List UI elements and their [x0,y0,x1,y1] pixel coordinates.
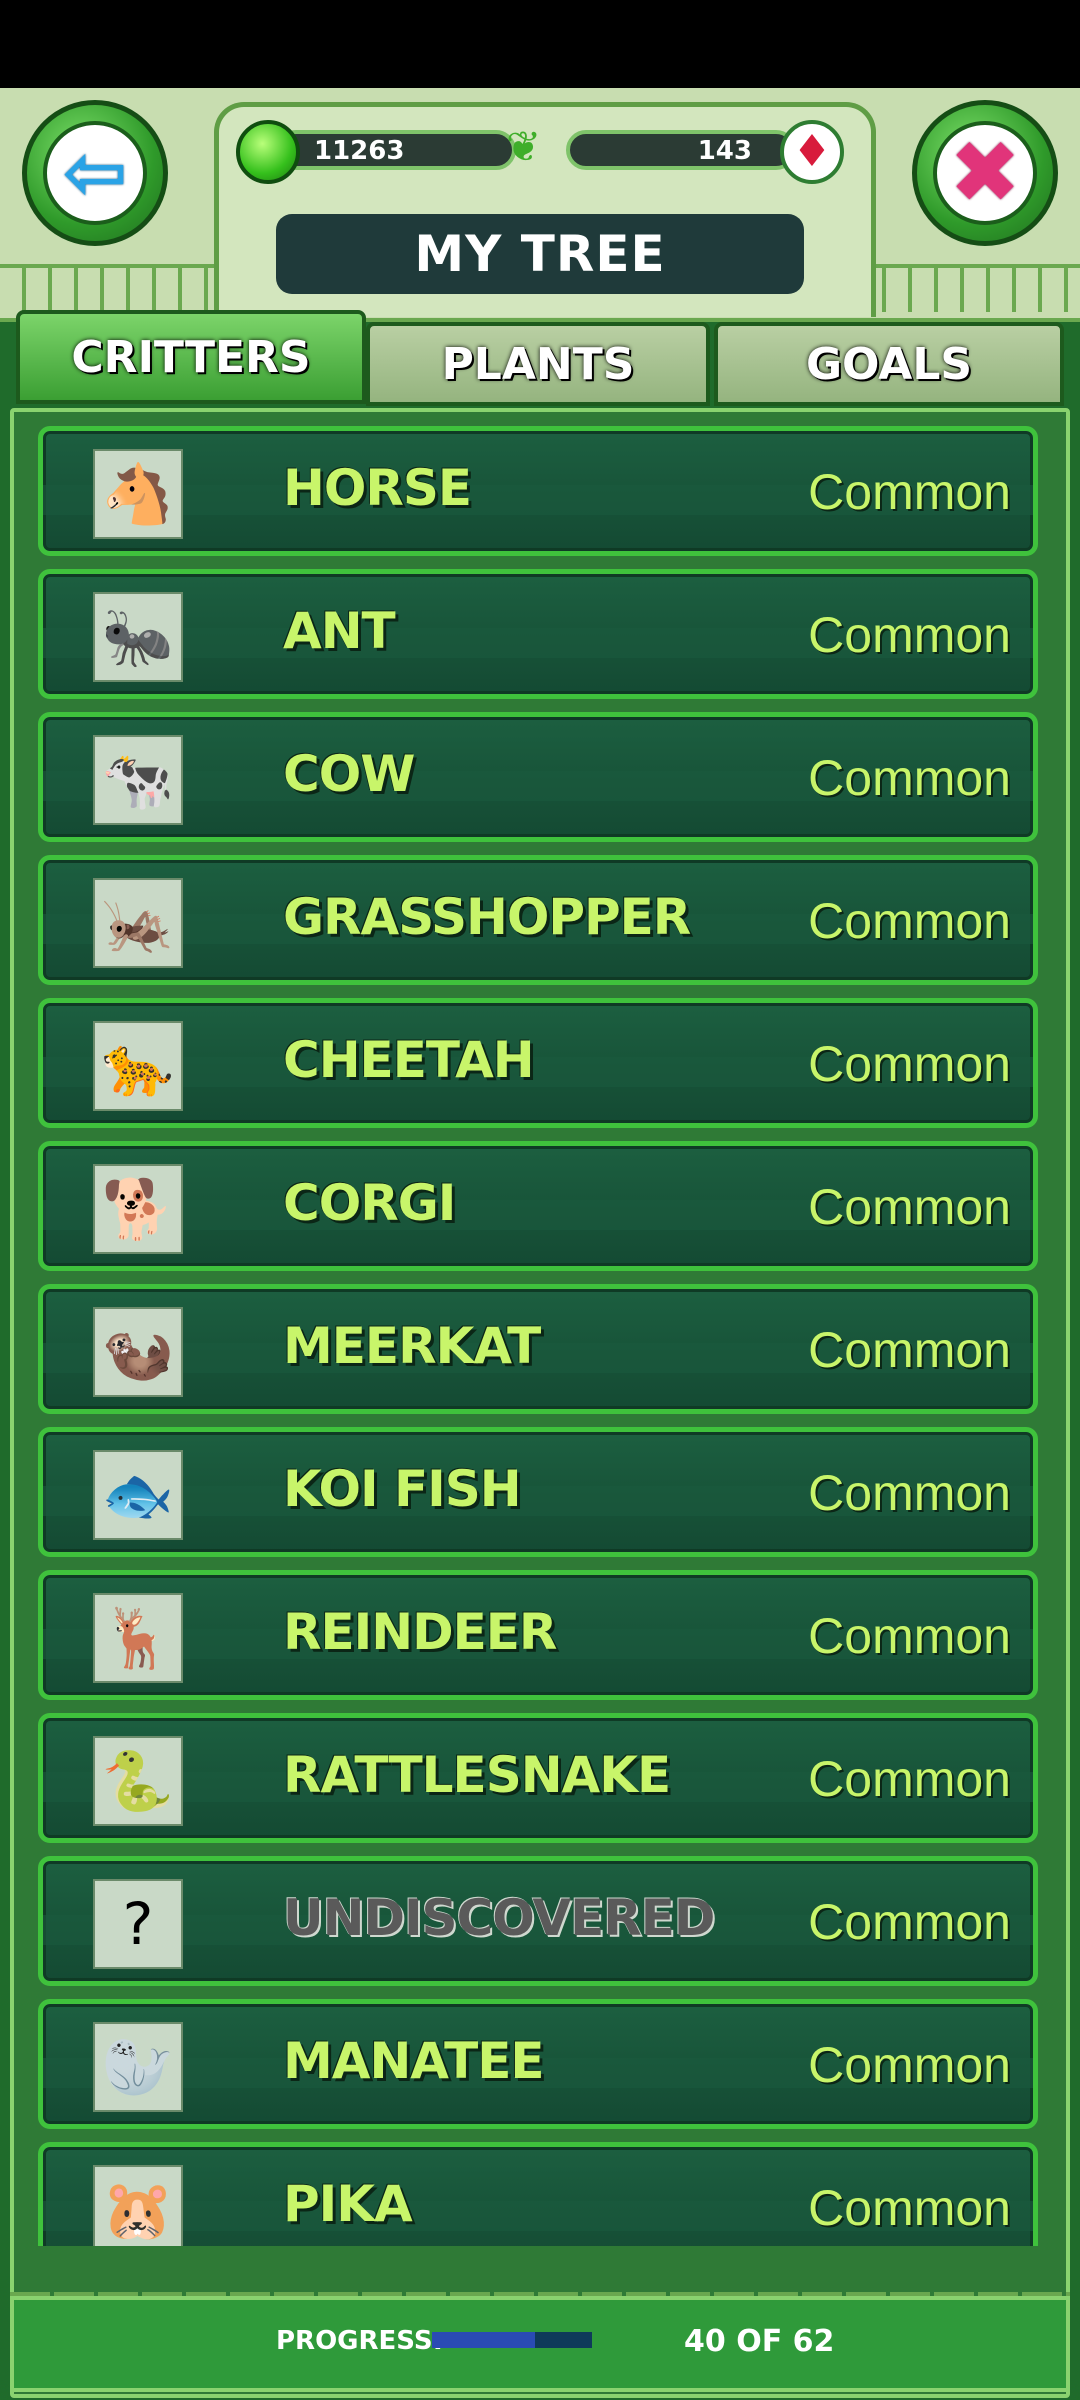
critter-rarity: Common [808,1322,1011,1378]
critter-row[interactable]: 🐹 PIKA Common [38,2142,1038,2246]
critter-name: MEERKAT [283,1317,541,1375]
critter-row[interactable]: 🦗 GRASSHOPPER Common [38,855,1038,985]
critter-thumbnail-icon: 🐆 [93,1021,183,1111]
critter-thumbnail-icon: 🦭 [93,2022,183,2112]
critter-rarity: Common [808,464,1011,520]
tab-critters[interactable]: CRITTERS [16,310,366,404]
critter-thumbnail-icon: ? [93,1879,183,1969]
critter-rarity: Common [808,1036,1011,1092]
critter-thumbnail-icon: 🐹 [93,2165,183,2246]
progress-bar [432,2332,592,2348]
critter-name: REINDEER [283,1603,557,1661]
critter-name: ANT [283,602,396,660]
red-currency-value: 143 [697,136,752,166]
progress-bar-fill [432,2332,536,2348]
critter-row[interactable]: 🐍 RATTLESNAKE Common [38,1713,1038,1843]
critter-list[interactable]: 🐴 HORSE Common 🐜 ANT Common 🐄 COW Common 🦗 GRASSHO… [38,426,1038,2246]
critter-name: RATTLESNAKE [283,1746,671,1804]
critter-thumbnail-icon: 🐍 [93,1736,183,1826]
tab-label: PLANTS [441,338,635,390]
critter-thumbnail-icon: 🐜 [93,592,183,682]
critter-name: KOI FISH [283,1460,522,1518]
critter-thumbnail-icon: 🦦 [93,1307,183,1397]
red-gem-icon: ♦ [780,120,844,184]
critter-name: MANATEE [283,2032,545,2090]
critter-thumbnail-icon: 🦌 [93,1593,183,1683]
tab-goals[interactable]: GOALS [714,322,1064,406]
back-button[interactable]: ⇦ [22,100,168,246]
critter-list-panel: 🐴 HORSE Common 🐜 ANT Common 🐄 COW Common 🦗 GRASSHO… [10,408,1070,2398]
critter-name: CORGI [283,1174,456,1232]
critter-name: HORSE [283,459,472,517]
green-gem-icon [236,120,300,184]
close-x-icon: ✖ [933,121,1037,225]
currency-bar: 11263 ❦ 143 ♦ [236,120,844,184]
critter-row[interactable]: 🦌 REINDEER Common [38,1570,1038,1700]
critter-row[interactable]: 🐄 COW Common [38,712,1038,842]
progress-count: 40 OF 62 [684,2324,835,2359]
tab-plants[interactable]: PLANTS [366,322,710,406]
critter-row[interactable]: ? UNDISCOVERED Common [38,1856,1038,1986]
critter-name: COW [283,745,415,803]
page-title-plate: MY TREE [276,214,804,294]
tab-label: GOALS [805,338,973,390]
tab-bar: CRITTERS PLANTS GOALS [16,310,1064,406]
green-currency-value: 11263 [314,136,405,166]
header-rail-right [860,264,1080,312]
critter-row[interactable]: 🐜 ANT Common [38,569,1038,699]
critter-row[interactable]: 🦭 MANATEE Common [38,1999,1038,2129]
critter-rarity: Common [808,1465,1011,1521]
critter-rarity: Common [808,2037,1011,2093]
critter-thumbnail-icon: 🐄 [93,735,183,825]
critter-name: PIKA [283,2175,413,2233]
header: ⇦ ✖ 11263 ❦ 143 ♦ MY TREE [0,88,1080,322]
critter-row[interactable]: 🐴 HORSE Common [38,426,1038,556]
critter-rarity: Common [808,1894,1011,1950]
status-bar [0,0,1080,88]
header-rail-left [0,264,220,312]
critter-rarity: Common [808,1751,1011,1807]
progress-footer: PROGRESS: 40 OF 62 [10,2296,1070,2392]
critter-row[interactable]: 🐆 CHEETAH Common [38,998,1038,1128]
close-button[interactable]: ✖ [912,100,1058,246]
critter-thumbnail-icon: 🐟 [93,1450,183,1540]
critter-rarity: Common [808,2180,1011,2236]
critter-rarity: Common [808,607,1011,663]
critter-thumbnail-icon: 🦗 [93,878,183,968]
critter-name: GRASSHOPPER [283,888,691,946]
critter-rarity: Common [808,1608,1011,1664]
back-arrow-icon: ⇦ [43,121,147,225]
critter-rarity: Common [808,893,1011,949]
critter-thumbnail-icon: 🐕 [93,1164,183,1254]
critter-rarity: Common [808,750,1011,806]
green-currency-pill: 11263 [276,130,516,170]
critter-row[interactable]: 🐟 KOI FISH Common [38,1427,1038,1557]
critter-name: UNDISCOVERED [283,1889,715,1947]
sprout-icon: ❦ [506,122,542,171]
critter-row[interactable]: 🦦 MEERKAT Common [38,1284,1038,1414]
red-currency-pill: 143 [566,130,796,170]
critter-rarity: Common [808,1179,1011,1235]
page-title: MY TREE [414,225,666,283]
progress-label: PROGRESS: [276,2326,443,2356]
critter-name: CHEETAH [283,1031,535,1089]
tab-label: CRITTERS [71,331,311,383]
my-tree-screen: ⇦ ✖ 11263 ❦ 143 ♦ MY TREE CRITTERS PLANT… [0,88,1080,2400]
critter-thumbnail-icon: 🐴 [93,449,183,539]
critter-row[interactable]: 🐕 CORGI Common [38,1141,1038,1271]
